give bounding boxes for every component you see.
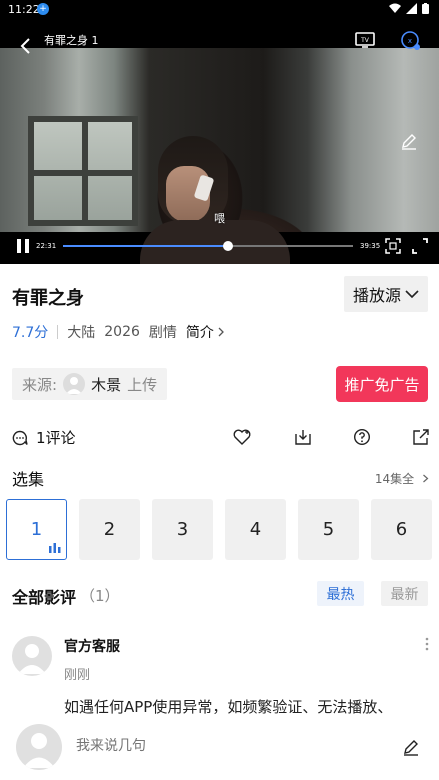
chevron-right-icon: [423, 474, 429, 483]
more-icon[interactable]: [422, 636, 432, 652]
score: 7.7分: [12, 325, 49, 341]
episode-label: 4: [249, 519, 262, 540]
uploader-chip[interactable]: 来源: 木景 上传: [12, 368, 168, 400]
episode-item[interactable]: 2: [79, 499, 140, 560]
signal-icon: [406, 3, 417, 14]
intro-link[interactable]: 简介: [186, 322, 214, 342]
episode-list: 1 2 3 4 5 6: [6, 499, 432, 560]
battery-icon: [422, 3, 429, 14]
review-time: 刚刚: [64, 668, 91, 683]
help-icon[interactable]: [353, 428, 371, 446]
speed-icon[interactable]: x: [400, 30, 422, 52]
episode-item[interactable]: 6: [371, 499, 432, 560]
my-avatar: [16, 724, 62, 770]
video-frame: [0, 48, 439, 264]
tv-icon[interactable]: TV: [355, 31, 375, 49]
playing-icon: [49, 543, 61, 553]
wifi-icon: [389, 3, 401, 13]
source-label: 来源:: [22, 375, 58, 394]
progress-fill: [63, 245, 229, 247]
upload-suffix: 上传: [127, 375, 158, 394]
pause-icon[interactable]: [16, 238, 30, 254]
screenshot-icon[interactable]: [385, 238, 401, 254]
episodes-all-label: 14集全: [374, 472, 415, 486]
video-player[interactable]: 喂 11:22 + 有罪之身 1 TV x 22:31 39:35: [0, 0, 439, 264]
comments-count: 1评论: [36, 429, 76, 447]
danmaku-edit-icon[interactable]: [400, 132, 418, 150]
comments-button[interactable]: 1评论: [12, 427, 76, 448]
episodes-heading: 选集: [12, 470, 45, 489]
svg-text:x: x: [408, 37, 412, 45]
status-bar: 11:22 +: [0, 0, 439, 20]
download-icon[interactable]: [294, 428, 312, 446]
status-time: 11:22: [8, 3, 40, 16]
user-icon: [23, 733, 55, 768]
system-icons: [389, 3, 429, 14]
player-topbar: 有罪之身 1 TV x: [0, 26, 439, 54]
pen-icon[interactable]: [402, 738, 420, 756]
review-author: 官方客服: [64, 639, 120, 655]
episode-label: 2: [103, 519, 116, 540]
fullscreen-icon[interactable]: [412, 238, 428, 254]
year: 2026: [104, 324, 140, 340]
back-icon[interactable]: [16, 36, 36, 56]
notification-icon: +: [37, 3, 49, 15]
chevron-right-icon: [218, 327, 224, 337]
genre: 剧情: [148, 325, 177, 341]
svg-text:TV: TV: [360, 37, 370, 44]
reviews-count: （1）: [80, 587, 120, 605]
action-bar: 1评论: [0, 424, 439, 450]
episode-item[interactable]: 1: [6, 499, 67, 560]
episode-label: 5: [322, 519, 335, 540]
comment-composer: [0, 716, 439, 780]
comment-icon: [12, 430, 28, 445]
sort-hot-button[interactable]: 最热: [317, 581, 364, 606]
page-title: 有罪之身: [12, 288, 84, 309]
episode-item[interactable]: 5: [298, 499, 359, 560]
favorite-icon[interactable]: [233, 428, 251, 446]
promo-ad-free-button[interactable]: 推广免广告: [336, 366, 428, 402]
meta-divider: [57, 325, 59, 339]
episodes-all-link[interactable]: 14集全: [375, 470, 429, 487]
episode-label: 3: [176, 519, 189, 540]
share-icon[interactable]: [412, 428, 430, 446]
episode-label: 1: [30, 519, 43, 540]
episode-label: 6: [395, 519, 408, 540]
user-icon: [66, 377, 83, 394]
video-subtitle: 喂: [214, 212, 225, 225]
comment-input[interactable]: [76, 738, 376, 754]
source-select-button[interactable]: 播放源: [344, 276, 428, 312]
episode-item[interactable]: 3: [152, 499, 213, 560]
player-controls: 22:31 39:35: [0, 232, 439, 260]
episode-item[interactable]: 4: [225, 499, 286, 560]
chevron-down-icon: [405, 290, 419, 299]
uploader-name: 木景: [91, 375, 122, 394]
reviews-heading: 全部影评: [12, 588, 77, 607]
meta-row: 7.7分 大陆 2026 剧情 简介: [12, 322, 225, 342]
video-title: 有罪之身 1: [44, 34, 99, 47]
source-select-label: 播放源: [352, 286, 401, 305]
total-time: 39:35: [360, 242, 381, 250]
review-content: 如遇任何APP使用异常，如频繁验证、无法播放、: [64, 698, 393, 716]
sort-new-button[interactable]: 最新: [381, 581, 428, 606]
current-time: 22:31: [36, 242, 57, 250]
region: 大陆: [67, 325, 96, 341]
progress-thumb[interactable]: [223, 241, 234, 251]
uploader-avatar: [63, 373, 86, 395]
progress-slider[interactable]: [63, 241, 353, 251]
user-icon: [18, 644, 46, 674]
review-avatar[interactable]: [12, 636, 52, 676]
